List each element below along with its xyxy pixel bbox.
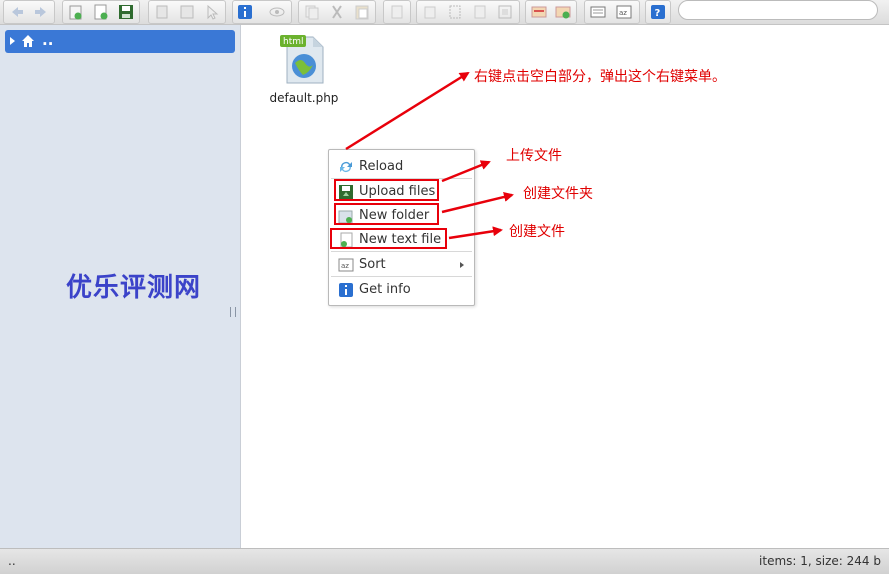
delete-icon[interactable] (389, 4, 405, 20)
menu-item-reload[interactable]: Reload (333, 156, 470, 178)
status-summary: items: 1, size: 244 b (759, 554, 881, 568)
new-file-icon[interactable] (93, 4, 109, 20)
svg-text:az: az (341, 262, 349, 270)
sort-icon: az (338, 257, 354, 273)
status-path: .. (8, 554, 16, 568)
annotation-right-click: 右键点击空白部分，弹出这个右键菜单。 (474, 69, 726, 85)
home-icon (20, 33, 36, 53)
open-group (148, 0, 226, 24)
menu-item-sort[interactable]: az Sort (333, 254, 470, 276)
tree-root-label: .. (42, 31, 54, 49)
search-input[interactable] (678, 0, 878, 20)
rename-icon[interactable] (447, 4, 463, 20)
submenu-arrow-icon (460, 262, 464, 268)
download-icon[interactable] (179, 4, 195, 20)
paste-icon[interactable] (354, 4, 370, 20)
menu-separator (331, 276, 472, 277)
help-icon[interactable]: ? (650, 4, 666, 20)
cut-icon[interactable] (329, 4, 345, 20)
tree-root-item[interactable]: .. (5, 30, 235, 53)
info-icon[interactable] (237, 4, 253, 20)
resize-icon[interactable] (497, 4, 513, 20)
file-item[interactable]: html default.php (261, 31, 347, 107)
extract-icon[interactable] (531, 4, 547, 20)
menu-item-label: Reload (359, 159, 404, 174)
menu-item-get-info[interactable]: Get info (333, 279, 470, 301)
new-folder-icon[interactable] (68, 4, 84, 20)
annotation-new-folder: 创建文件夹 (523, 186, 593, 202)
highlight-new-folder (334, 203, 439, 225)
back-icon[interactable] (9, 4, 25, 20)
sidebar: .. 优乐评测网 (0, 25, 241, 548)
expand-arrow-icon[interactable] (10, 37, 15, 45)
clipboard-group (298, 0, 376, 24)
resize-handle[interactable] (230, 307, 236, 317)
delete-group (383, 0, 411, 24)
info-group (232, 0, 292, 24)
svg-text:?: ? (655, 8, 661, 19)
annotation-upload: 上传文件 (506, 148, 562, 164)
view-group: az (584, 0, 640, 24)
open-icon[interactable] (154, 4, 170, 20)
preview-icon[interactable] (269, 4, 285, 20)
svg-text:az: az (619, 9, 627, 17)
help-group: ? (645, 0, 671, 24)
duplicate-icon[interactable] (422, 4, 438, 20)
file-type-badge: html (283, 37, 304, 47)
view-icon[interactable] (590, 4, 606, 20)
toolbar: az ? (0, 0, 889, 25)
history-group (3, 0, 55, 24)
forward-icon[interactable] (33, 4, 49, 20)
archive-icon[interactable] (555, 4, 571, 20)
menu-item-label: Sort (359, 257, 386, 272)
annotation-new-file: 创建文件 (509, 224, 565, 240)
watermark-text: 优乐评测网 (66, 273, 202, 303)
reload-icon (338, 159, 354, 175)
copy-icon[interactable] (304, 4, 320, 20)
highlight-upload (334, 179, 439, 201)
menu-separator (331, 251, 472, 252)
status-bar: .. items: 1, size: 244 b (0, 548, 889, 574)
info-icon (338, 282, 354, 298)
edit-group (416, 0, 520, 24)
create-group (62, 0, 140, 24)
highlight-new-text-file (330, 228, 447, 249)
menu-item-label: Get info (359, 282, 411, 297)
edit-icon[interactable] (472, 4, 488, 20)
file-name: default.php (269, 91, 339, 105)
sort-icon[interactable]: az (616, 4, 632, 20)
archive-group (525, 0, 577, 24)
save-icon[interactable] (118, 4, 134, 20)
php-file-icon: html (277, 33, 331, 91)
select-icon[interactable] (204, 4, 220, 20)
